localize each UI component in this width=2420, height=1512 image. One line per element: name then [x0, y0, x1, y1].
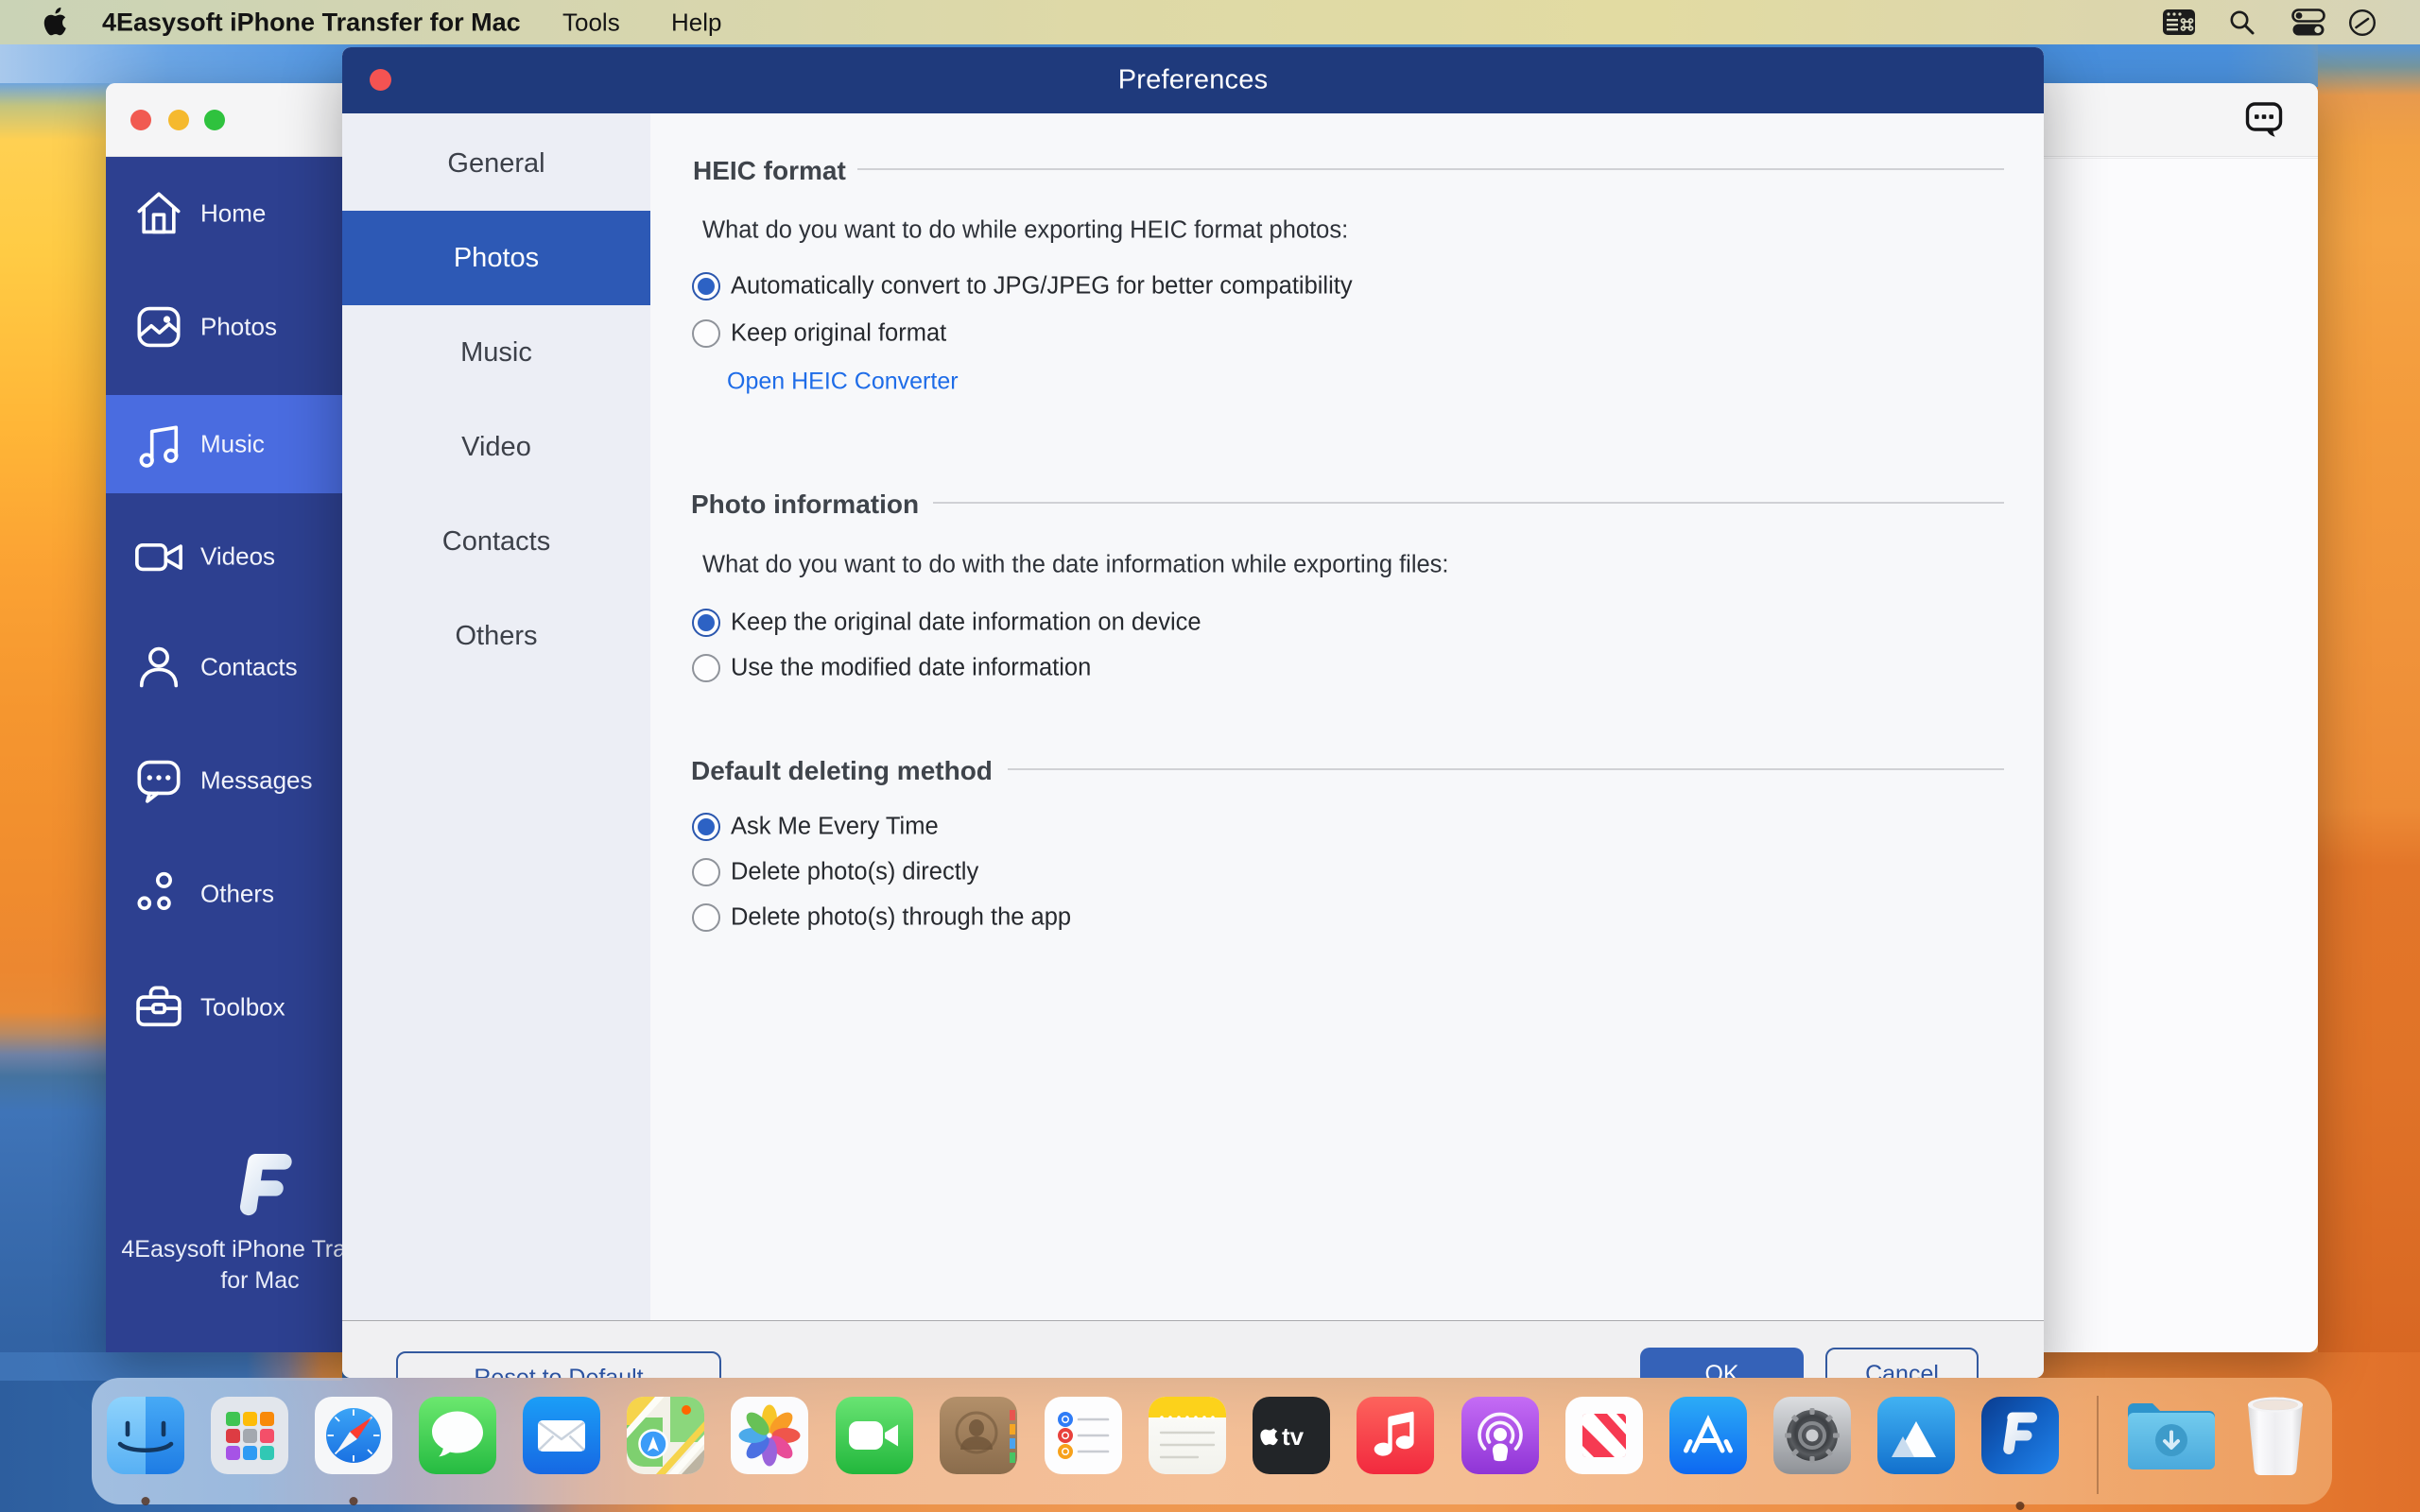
svg-text:tv: tv: [1282, 1422, 1305, 1451]
